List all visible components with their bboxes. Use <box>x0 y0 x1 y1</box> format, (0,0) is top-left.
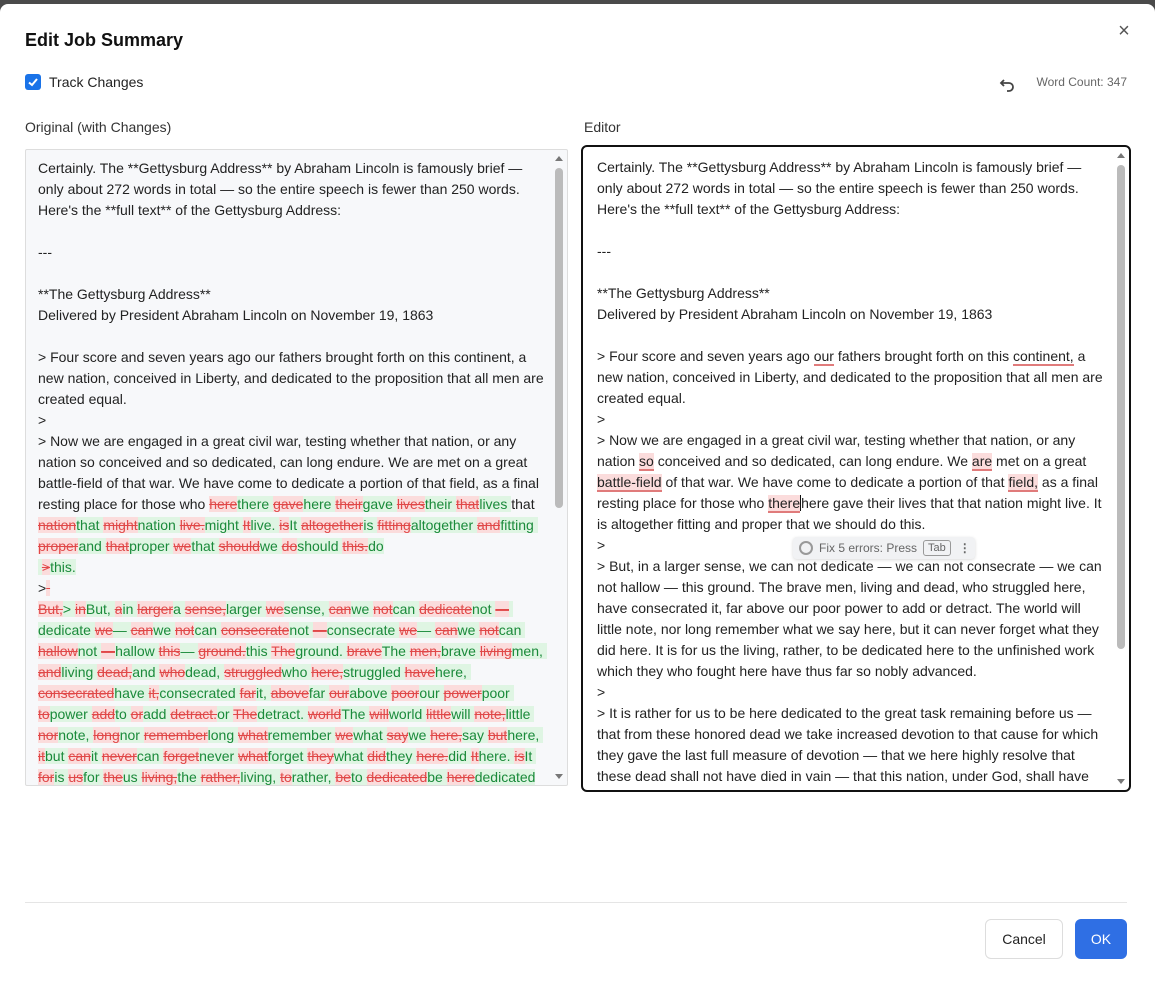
dialog-title: Edit Job Summary <box>25 30 184 50</box>
tracked-changes-text: Certainly. The **Gettysburg Address** by… <box>38 160 547 785</box>
grammar-icon <box>799 541 813 555</box>
word-count-label: Word Count: <box>1036 75 1104 89</box>
track-changes-label: Track Changes <box>49 74 144 90</box>
spelling-error[interactable]: continent, <box>1012 348 1074 366</box>
ok-button[interactable]: OK <box>1075 919 1127 959</box>
editor-scrollbar[interactable] <box>1115 151 1127 786</box>
scrollbar-thumb[interactable] <box>1117 165 1125 649</box>
scrollbar-thumb[interactable] <box>555 168 563 508</box>
original-scrollbar[interactable] <box>553 154 565 781</box>
editor-textarea[interactable]: Certainly. The **Gettysburg Address** by… <box>581 145 1131 792</box>
spelling-error[interactable]: our <box>813 348 834 366</box>
spelling-error[interactable]: so <box>639 453 654 471</box>
grammar-suggestion-tooltip[interactable]: Fix 5 errors: Press Tab ⋮ <box>793 537 975 559</box>
spelling-error[interactable]: battle-field <box>597 474 662 492</box>
scroll-down-icon[interactable] <box>555 774 563 779</box>
original-panel-label: Original (with Changes) <box>25 119 172 135</box>
editor-text[interactable]: Certainly. The **Gettysburg Address** by… <box>597 157 1107 787</box>
scroll-up-icon[interactable] <box>1117 153 1125 158</box>
editor-panel-label: Editor <box>584 119 621 135</box>
checkbox-checked-icon[interactable] <box>25 74 41 90</box>
more-options-icon[interactable]: ⋮ <box>959 541 971 555</box>
spelling-error[interactable]: field, <box>1008 474 1039 492</box>
word-count: Word Count: 347 <box>1036 75 1127 89</box>
cancel-button[interactable]: Cancel <box>985 919 1063 959</box>
close-icon[interactable]: × <box>1113 20 1135 42</box>
scroll-up-icon[interactable] <box>555 156 563 161</box>
edit-job-summary-dialog: Edit Job Summary × Track Changes Word Co… <box>0 4 1155 984</box>
spelling-error[interactable]: there <box>768 495 801 513</box>
undo-icon[interactable] <box>998 74 1018 94</box>
original-with-changes-panel: Certainly. The **Gettysburg Address** by… <box>25 149 568 786</box>
tab-key-badge: Tab <box>923 540 951 556</box>
word-count-value: 347 <box>1106 75 1127 89</box>
grammar-tooltip-text: Fix 5 errors: Press <box>819 541 918 555</box>
footer-divider <box>25 902 1127 903</box>
scroll-down-icon[interactable] <box>1117 779 1125 784</box>
track-changes-checkbox[interactable]: Track Changes <box>25 74 143 90</box>
spelling-error[interactable]: are <box>971 453 993 471</box>
